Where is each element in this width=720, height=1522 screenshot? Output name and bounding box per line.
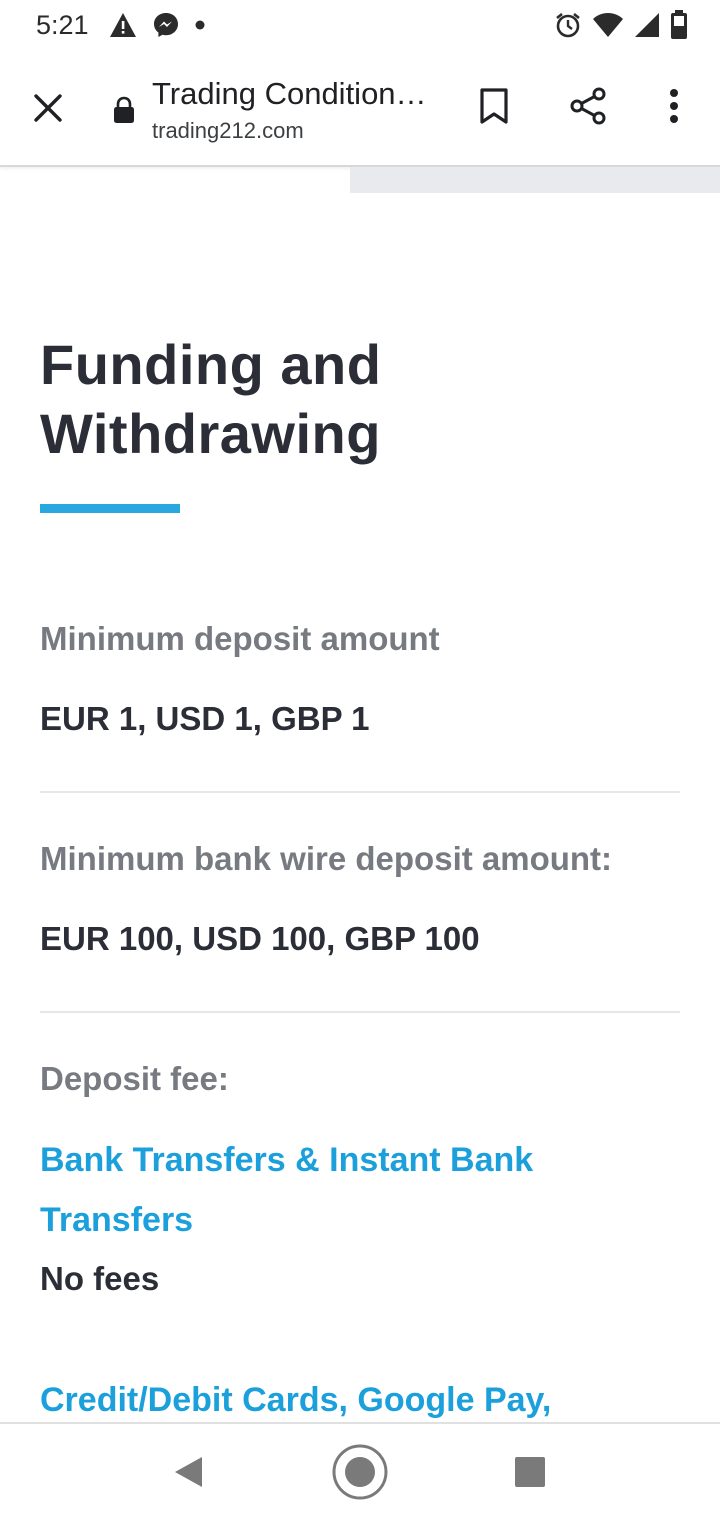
page-title[interactable]: Trading Condition…	[152, 76, 442, 112]
wifi-icon	[592, 12, 624, 43]
min-wire-deposit-value: EUR 100, USD 100, GBP 100	[40, 920, 480, 957]
status-time: 5:21	[36, 10, 89, 40]
bookmark-icon	[479, 87, 509, 130]
messenger-icon	[152, 11, 180, 44]
cards-link[interactable]: Credit/Debit Cards, Google Pay,	[40, 1370, 660, 1430]
browser-toolbar: Trading Condition… trading212.com	[0, 54, 720, 167]
divider	[40, 791, 680, 793]
min-wire-deposit-label: Minimum bank wire deposit amount:	[40, 840, 613, 877]
bookmark-button[interactable]	[470, 84, 518, 132]
status-icons-left	[108, 12, 206, 42]
min-deposit-label: Minimum deposit amount	[40, 620, 440, 657]
dot-icon	[194, 18, 206, 36]
warning-icon	[108, 11, 138, 44]
page-url[interactable]: trading212.com	[152, 118, 304, 144]
alarm-icon	[554, 11, 582, 44]
status-bar: 5:21	[0, 0, 720, 54]
lock-icon	[112, 96, 136, 124]
battery-icon	[670, 9, 688, 45]
page-banner-strip	[350, 167, 720, 193]
section-heading: Funding and Withdrawing	[40, 333, 382, 465]
more-vert-icon	[669, 88, 679, 129]
status-icons-right	[554, 9, 688, 45]
close-icon	[33, 93, 63, 128]
recents-button[interactable]	[510, 1454, 550, 1494]
home-icon	[331, 1443, 389, 1506]
close-button[interactable]	[24, 86, 72, 134]
deposit-fee-label: Deposit fee:	[40, 1060, 229, 1097]
funding-section: Funding and Withdrawing	[40, 330, 680, 513]
more-options-button[interactable]	[650, 84, 698, 132]
signal-icon	[634, 12, 660, 43]
heading-accent-bar	[40, 504, 180, 513]
bank-transfers-link[interactable]: Bank Transfers & Instant Bank Transfers	[40, 1130, 660, 1250]
system-nav-bar	[0, 1422, 720, 1522]
bank-transfers-fee-value: No fees	[40, 1260, 160, 1297]
home-button[interactable]	[330, 1444, 390, 1504]
back-icon	[172, 1455, 204, 1494]
recents-icon	[514, 1456, 546, 1493]
back-button[interactable]	[168, 1454, 208, 1494]
share-icon	[568, 86, 608, 131]
divider	[40, 1011, 680, 1013]
share-button[interactable]	[564, 84, 612, 132]
min-deposit-value: EUR 1, USD 1, GBP 1	[40, 700, 370, 737]
